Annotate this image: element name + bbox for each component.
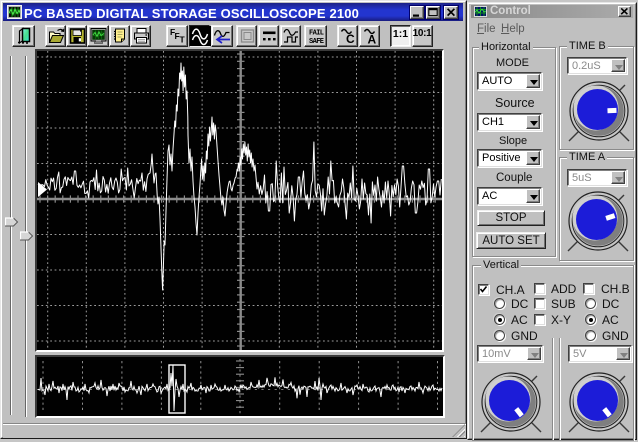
svg-text:SAFE: SAFE bbox=[309, 38, 324, 46]
svg-text:FAIL: FAIL bbox=[309, 30, 324, 38]
svg-text:T: T bbox=[179, 35, 185, 45]
svg-text:C: C bbox=[346, 32, 355, 46]
svg-text:A: A bbox=[367, 33, 376, 47]
